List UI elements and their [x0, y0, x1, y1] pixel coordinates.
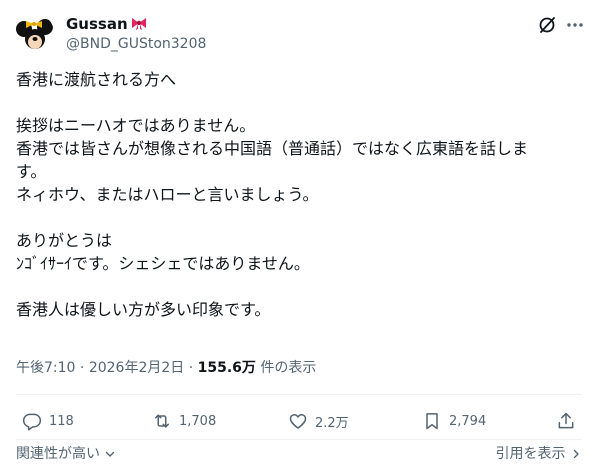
view-count-suffix: 件の表示 [255, 360, 317, 376]
tweet-line: 香港に渡航される方へ [16, 70, 177, 89]
repost-button[interactable]: 1,708 [152, 408, 216, 434]
more-options-icon[interactable] [564, 14, 586, 36]
ribbon-emoji-icon [131, 17, 147, 35]
avatar[interactable] [14, 13, 54, 53]
mouse-avatar-image [14, 13, 54, 53]
reply-count: 118 [49, 413, 74, 429]
action-bar: 118 1,708 2.2万 2,794 [16, 408, 582, 434]
user-handle[interactable]: @BND_GUSton3208 [66, 35, 206, 53]
tweet-meta: 午後7:10 · 2026年2月2日 · 155.6万 件の表示 [16, 358, 316, 378]
display-name[interactable]: Gussan [66, 15, 147, 35]
like-button[interactable]: 2.2万 [288, 408, 349, 434]
tweet-line: す。 [16, 162, 47, 181]
like-count: 2.2万 [315, 415, 349, 431]
tweet-line: ありがとうは [16, 231, 113, 250]
tweet-line: 挨拶はニーハオではありません。 [16, 116, 256, 135]
grok-icon[interactable] [536, 14, 558, 36]
view-quotes-label: 引用を表示 [495, 446, 566, 462]
share-button[interactable] [556, 408, 576, 434]
share-icon [558, 412, 574, 429]
sort-replies-dropdown[interactable]: 関連性が高い [16, 443, 116, 463]
tweet-line: ネィホウ、またはハローと言いましょう。 [16, 185, 319, 204]
meta-separator: · [184, 360, 198, 376]
tweet-footer: 関連性が高い 引用を表示 [16, 443, 582, 463]
tweet-line: ﾝｺﾞｲｻｰｲです。シェシェではありません。 [16, 254, 310, 273]
tweet-header: Gussan @BND_GUSton3208 [14, 10, 586, 56]
chevron-down-icon [106, 451, 115, 457]
divider [16, 439, 582, 440]
display-name-text: Gussan [66, 15, 128, 33]
heart-icon [289, 414, 307, 429]
tweet-line: 香港人は優しい方が多い印象です。 [16, 300, 271, 319]
bookmark-count: 2,794 [449, 413, 487, 429]
bookmark-button[interactable]: 2,794 [422, 408, 486, 434]
reply-button[interactable]: 118 [22, 408, 74, 434]
divider [16, 394, 582, 395]
meta-separator: · [75, 360, 89, 376]
view-quotes-link[interactable]: 引用を表示 [496, 443, 582, 463]
tweet-line: 香港では皆さんが想像される中国語（普通話）ではなく広東語を話しま [16, 139, 529, 158]
sort-label: 関連性が高い [16, 446, 100, 462]
bookmark-icon [426, 413, 438, 430]
chevron-right-icon [573, 449, 579, 459]
view-count: 155.6万 [197, 360, 256, 376]
tweet-date[interactable]: 2026年2月2日 [89, 360, 184, 376]
tweet-text: 香港に渡航される方へ 挨拶はニーハオではありません。 香港では皆さんが想像される… [16, 68, 582, 321]
repost-icon [155, 414, 169, 428]
tweet-time[interactable]: 午後7:10 [16, 360, 75, 376]
repost-count: 1,708 [179, 413, 217, 429]
reply-icon [22, 413, 42, 431]
